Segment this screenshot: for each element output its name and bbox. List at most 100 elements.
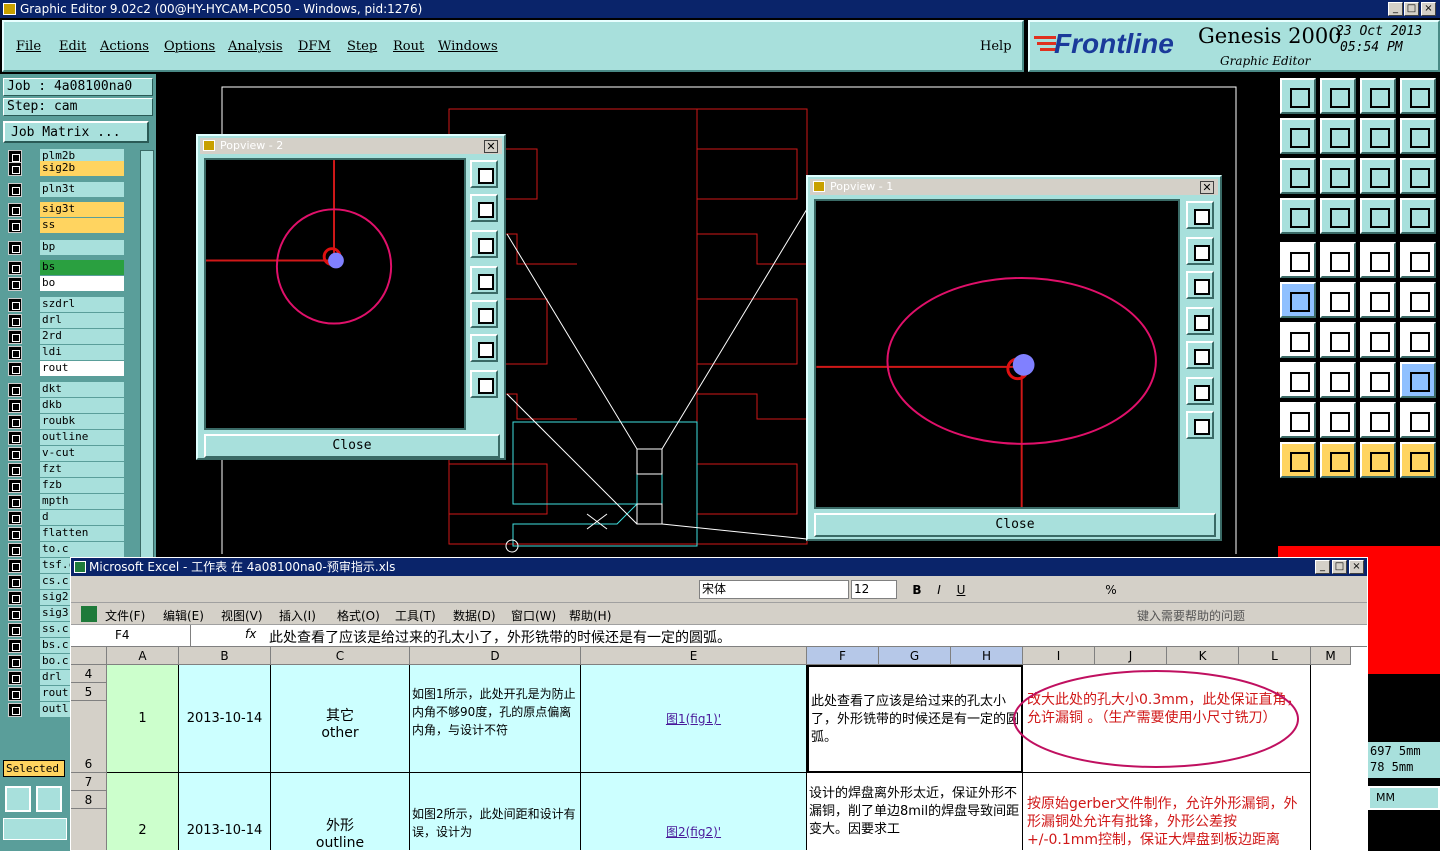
new-file-icon[interactable] [79,580,99,600]
popview-2-close-icon[interactable]: ✕ [484,140,498,153]
layer-checkbox[interactable] [8,219,22,233]
percent-icon[interactable]: % [1101,580,1121,600]
paste-icon[interactable] [359,580,379,600]
grid-icon[interactable] [1320,198,1356,234]
help-search-box[interactable]: 键入需要帮助的问题 [1137,607,1245,624]
layer-checkbox[interactable] [8,495,22,509]
pad-icon[interactable] [1400,242,1436,278]
copy-icon[interactable] [335,580,355,600]
pv2-zoom-in-icon[interactable] [470,370,498,398]
pv1-pan-down-icon[interactable] [1186,271,1214,299]
pv2-pan-right-icon[interactable] [470,300,498,328]
row1-desc[interactable]: 如图1所示，此处开孔是为防止内角不够90度，孔的原点偏离内角，与设计不符 [410,665,581,773]
redraw-icon[interactable] [1400,118,1436,154]
row-header-6[interactable]: 6 [71,701,107,773]
menu-options[interactable]: Options [164,39,215,54]
col-header-h[interactable]: H [951,647,1023,665]
name-box[interactable]: F4 [71,625,191,646]
font-size-select[interactable]: 12 [851,580,897,599]
row2-link[interactable]: 图2(fig2)' [581,773,807,850]
layer-checkbox[interactable] [8,543,22,557]
row2-instruction[interactable]: 按原始gerber文件制作，允许外形漏铜，外形漏铜处允许有批锋，外形公差按+/-… [1023,773,1311,850]
layer-checkbox[interactable] [8,399,22,413]
group-icon[interactable] [1400,362,1436,398]
ruler-icon[interactable] [1360,242,1396,278]
layer-checkbox[interactable] [8,447,22,461]
layer-checkbox[interactable] [8,162,22,176]
row2-type-cell[interactable]: 外形 outline [271,773,410,850]
triangle-b-icon[interactable] [1360,402,1396,438]
align-left-icon[interactable] [981,580,1001,600]
menu-step[interactable]: Step [347,39,377,54]
layer-checkbox[interactable] [8,591,22,605]
menu-rout[interactable]: Rout [393,39,424,54]
layer-checkbox[interactable] [8,203,22,217]
pv1-zoom-in-icon[interactable] [1186,411,1214,439]
excel-menu-edit[interactable]: 编辑(E) [163,607,204,624]
layer-checkbox[interactable] [8,415,22,429]
row2-reply[interactable]: 设计的焊盘离外形太近，保证外形不漏铜，削了单边8mil的焊盘导致间距变大。因要求… [807,773,1023,850]
col-header-f[interactable]: F [807,647,879,665]
popview-1-view[interactable] [814,199,1180,509]
align-right-icon[interactable] [1025,580,1045,600]
segment-alt-icon[interactable] [1400,282,1436,318]
row2-no[interactable]: 2 [107,773,179,850]
bold-icon[interactable]: B [907,580,927,600]
layer-checkbox[interactable] [8,639,22,653]
settings-icon[interactable] [1280,198,1316,234]
layer-checkbox[interactable] [8,671,22,685]
layer-checkbox[interactable] [8,655,22,669]
zoom-out-icon[interactable] [1280,158,1316,194]
arc-icon[interactable] [1360,322,1396,358]
col-header-j[interactable]: J [1095,647,1167,665]
layer-checkbox[interactable] [8,298,22,312]
font-name-select[interactable]: 宋体 [699,580,849,599]
layer-checkbox[interactable] [8,575,22,589]
align-center-icon[interactable] [1003,580,1023,600]
select-tool-icon[interactable] [5,786,31,812]
pointer-alt-icon[interactable] [1360,442,1396,478]
excel-minimize-button[interactable]: _ [1315,560,1330,574]
row1-link[interactable]: 图1(fig1)' [581,665,807,773]
layer-checkbox[interactable] [8,703,22,717]
menu-dfm[interactable]: DFM [298,39,331,54]
formula-content[interactable]: 此处查看了应该是给过来的孔太小了，外形铣带的时候还是有一定的圆弧。 [269,627,731,647]
zoom-in-icon[interactable] [1320,158,1356,194]
pv2-zoom-out-icon[interactable] [470,334,498,362]
pad-move-icon[interactable] [1280,362,1316,398]
excel-menu-file[interactable]: 文件(F) [105,607,145,624]
pointer-box-icon[interactable] [1320,442,1356,478]
col-header-c[interactable]: C [271,647,410,665]
pan-right-icon[interactable] [1320,118,1356,154]
connect-icon[interactable] [1280,282,1316,318]
layer-checkbox[interactable] [8,314,22,328]
col-header-d[interactable]: D [410,647,581,665]
layer-checkbox[interactable] [8,463,22,477]
route-icon[interactable] [1400,442,1436,478]
undo-icon[interactable] [416,580,436,600]
layer-checkbox[interactable] [8,183,22,197]
menu-file[interactable]: File [16,39,41,54]
unit-selector[interactable]: MM [1368,786,1440,810]
job-matrix-button[interactable]: Job Matrix ... [3,121,149,143]
popview-2-view[interactable] [204,158,466,430]
layer-checkbox[interactable] [8,431,22,445]
layer-checkbox[interactable] [8,479,22,493]
minimize-button[interactable]: _ [1388,2,1403,16]
traffic-light-alt-icon[interactable] [1400,198,1436,234]
excel-menu-help[interactable]: 帮助(H) [569,607,611,624]
close-window-button[interactable]: × [1421,2,1436,16]
window-zoom-icon[interactable] [1400,78,1436,114]
col-header-m[interactable]: M [1311,647,1351,665]
row2-date[interactable]: 2013-10-14 [179,773,271,850]
layer-checkbox[interactable] [8,362,22,376]
col-header-l[interactable]: L [1239,647,1311,665]
row-header-5[interactable]: 5 [71,683,107,701]
pv1-zoom-fit-icon[interactable] [1186,201,1214,229]
fillet-icon[interactable] [1400,322,1436,358]
col-header-e[interactable]: E [581,647,807,665]
layer-checkbox[interactable] [8,623,22,637]
pv1-zoom-out-icon[interactable] [1186,377,1214,405]
mirror-icon[interactable] [1360,118,1396,154]
break-line-icon[interactable] [1320,362,1356,398]
